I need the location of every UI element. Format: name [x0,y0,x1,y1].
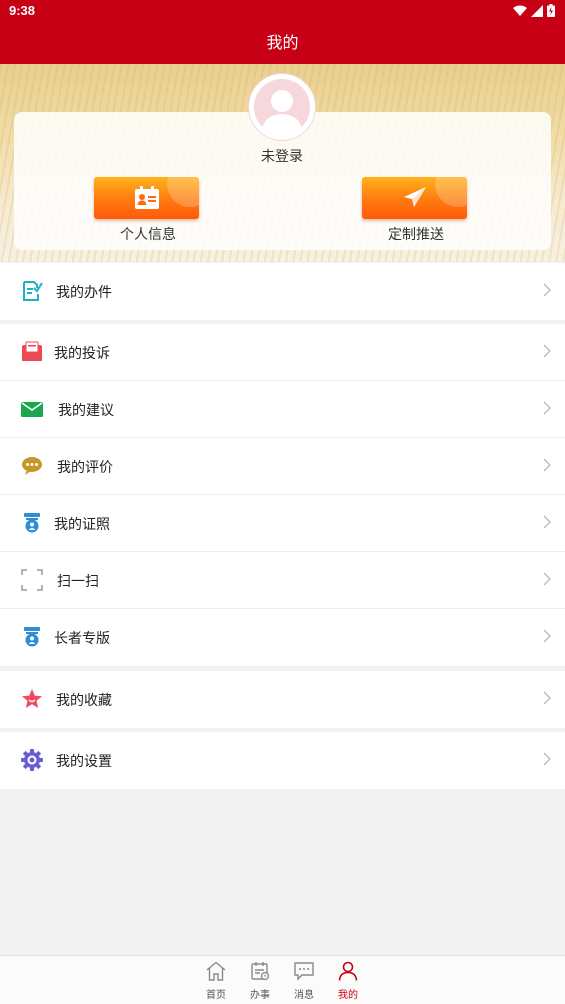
chevron-right-icon [543,458,551,472]
bottom-tab-bar: 首页 办事 消息 我的 [0,955,565,1004]
avatar-placeholder-icon [254,79,310,135]
chevron-right-icon [543,401,551,415]
status-icons [513,4,555,17]
chevron-right-icon [543,283,551,297]
personal-info-label: 个人信息 [120,227,176,243]
menu-item-my-reviews[interactable]: 我的评价 [0,438,565,495]
menu-item-my-settings[interactable]: 我的设置 [0,732,565,789]
menu-label: 我的设置 [56,754,112,770]
chevron-right-icon [543,515,551,529]
tab-mine[interactable]: 我的 [328,961,368,1001]
menu-label: 我的投诉 [54,346,110,362]
tab-home[interactable]: 首页 [196,961,236,1001]
menu-label: 我的办件 [56,285,112,301]
paper-plane-icon [404,187,426,207]
menu-item-elder-edition[interactable]: 长者专版 [0,609,565,666]
menu-item-scan[interactable]: 扫一扫 [0,552,565,609]
mail-envelope-icon [22,341,42,361]
chevron-right-icon [543,752,551,766]
menu-label: 我的评价 [57,460,113,476]
tab-label: 办事 [250,990,270,1001]
personal-info-button[interactable] [94,177,199,219]
menu-group-settings: 我的设置 [0,732,565,789]
menu-item-my-favorites[interactable]: 我的收藏 [0,671,565,728]
login-status[interactable]: 未登录 [232,146,332,166]
menu-item-my-certificates[interactable]: 我的证照 [0,495,565,552]
message-icon [294,962,314,981]
menu-label: 我的收藏 [56,693,112,709]
menu-label: 长者专版 [54,631,110,647]
star-icon [22,689,42,708]
tab-label: 消息 [294,990,314,1001]
chevron-right-icon [543,344,551,358]
title-bar: 我的 [0,24,565,64]
chevron-right-icon [543,629,551,643]
avatar[interactable] [249,74,315,140]
menu-group-tasks: 我的办件 [0,263,565,320]
calendar-task-icon [251,962,270,981]
tab-label: 我的 [338,990,358,1001]
status-time: 9:38 [9,3,36,18]
page-title: 我的 [266,33,299,52]
tab-services[interactable]: 办事 [240,961,280,1001]
menu-label: 扫一扫 [57,574,99,590]
user-icon [338,961,358,981]
menu-group-services: 我的投诉 我的建议 我的评价 我的证照 扫一扫 长者专版 [0,324,565,666]
tab-label: 首页 [206,990,226,1001]
menu-group-favorites: 我的收藏 [0,671,565,728]
chat-bubble-icon [22,457,42,475]
elder-badge-icon [24,627,40,647]
menu-item-my-suggestions[interactable]: 我的建议 [0,381,565,438]
certificate-badge-icon [24,513,40,533]
profile-header: 未登录 个人信息 定制推送 [0,64,565,262]
envelope-icon [21,402,43,417]
custom-push-button[interactable] [362,177,467,219]
chevron-right-icon [543,691,551,705]
home-icon [206,961,226,981]
custom-push-label: 定制推送 [388,227,444,243]
document-check-icon [23,281,43,301]
wifi-icon [513,5,527,16]
menu-item-my-complaints[interactable]: 我的投诉 [0,324,565,381]
signal-icon [531,4,543,17]
gear-icon [21,749,43,771]
status-bar: 9:38 [0,0,565,24]
menu-item-my-tasks[interactable]: 我的办件 [0,263,565,320]
tab-messages[interactable]: 消息 [284,961,324,1001]
id-card-icon [135,186,159,209]
battery-icon [547,4,555,17]
menu-label: 我的建议 [58,403,114,419]
chevron-right-icon [543,572,551,586]
menu-label: 我的证照 [54,517,110,533]
scan-icon [21,569,43,591]
